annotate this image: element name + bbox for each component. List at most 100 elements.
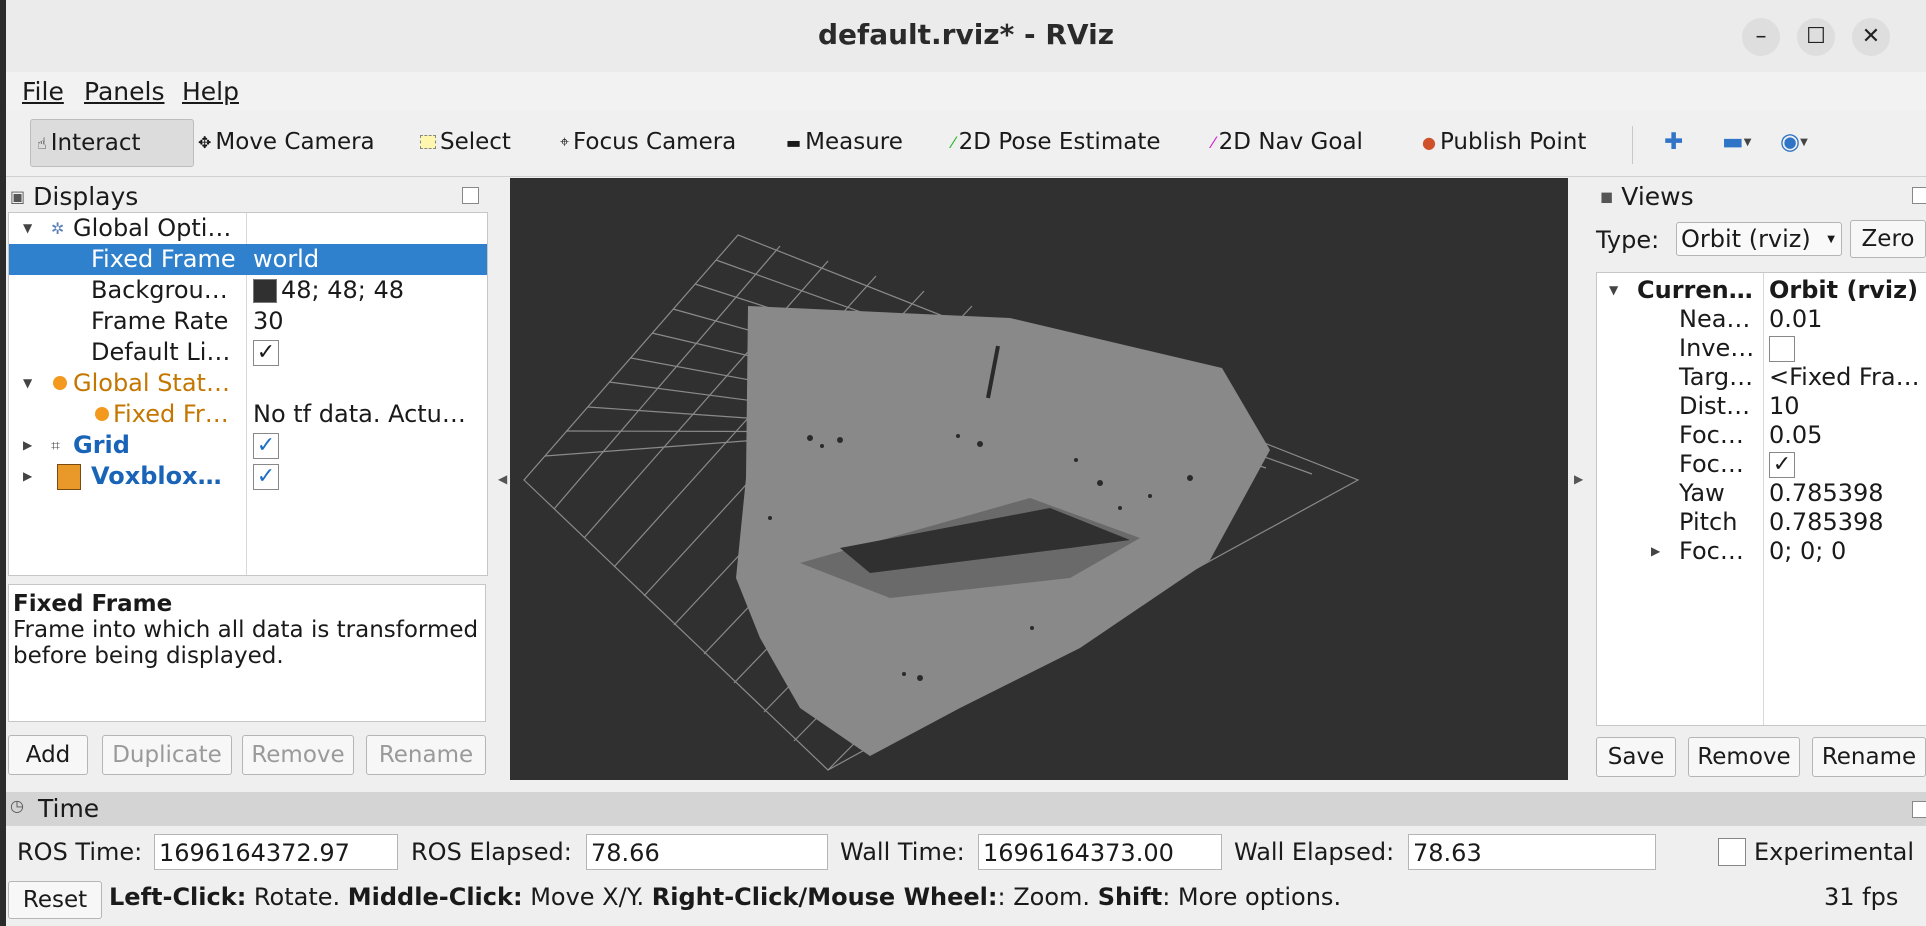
default-light-checkbox[interactable]: ✓ xyxy=(253,340,279,366)
background-value[interactable]: 48; 48; 48 xyxy=(281,275,404,306)
view-type-combo[interactable]: Orbit (rviz) ▼ xyxy=(1676,222,1842,256)
tree-row-default-light[interactable]: Default Li… ✓ xyxy=(9,337,487,368)
ros-time-label: ROS Time: xyxy=(17,838,143,866)
focus-icon: ⌖ xyxy=(560,132,570,151)
menu-panels-label: Panels xyxy=(84,77,165,106)
tree-row-background[interactable]: Backgrou… 48; 48; 48 xyxy=(9,275,487,306)
left-splitter-arrow-icon[interactable]: ◀ xyxy=(498,472,507,486)
invert-checkbox[interactable] xyxy=(1769,336,1795,362)
pose-estimate-tool[interactable]: ⁄ 2D Pose Estimate xyxy=(946,119,1166,165)
tree-row-global-status[interactable]: ▼ Global Stat… xyxy=(9,368,487,399)
measure-label: Measure xyxy=(805,129,903,155)
rotate-text: Rotate. xyxy=(246,883,348,911)
render-viewport[interactable] xyxy=(510,178,1568,780)
displays-float-button[interactable] xyxy=(462,187,479,204)
tree-row-label: Frame Rate xyxy=(91,307,229,335)
rename-display-button[interactable]: Rename xyxy=(366,735,486,775)
toolbar-separator xyxy=(1632,126,1633,164)
menu-file[interactable]: File xyxy=(22,77,64,106)
focal-fixed-checkbox[interactable]: ✓ xyxy=(1769,452,1795,478)
zero-button[interactable]: Zero xyxy=(1850,220,1926,258)
view-row-distance[interactable]: Dist… 10 xyxy=(1597,392,1926,421)
experimental-checkbox[interactable] xyxy=(1718,838,1746,866)
view-row-target-frame[interactable]: Targ… <Fixed Fra… xyxy=(1597,363,1926,392)
tree-row-grid[interactable]: ▶ ⌗ Grid ✓ xyxy=(9,430,487,461)
zoom-text: : Zoom. xyxy=(997,883,1098,911)
voxblox-checkbox[interactable]: ✓ xyxy=(253,464,279,490)
warning-icon xyxy=(95,407,109,421)
view-row-yaw[interactable]: Yaw 0.785398 xyxy=(1597,479,1926,508)
publish-point-tool[interactable]: ● Publish Point xyxy=(1416,119,1592,165)
shift-key: Shift xyxy=(1097,883,1163,911)
view-row-value[interactable]: 0; 0; 0 xyxy=(1769,537,1846,566)
tree-row-fixed-frame-status[interactable]: Fixed Fr… No tf data. Actu… xyxy=(9,399,487,430)
view-row-label: Nea… xyxy=(1679,305,1751,333)
view-row-value[interactable]: 10 xyxy=(1769,392,1800,421)
collapsed-arrow-icon: ▶ xyxy=(23,438,33,452)
view-row-focal-point[interactable]: ▶ Foc… 0; 0; 0 xyxy=(1597,537,1926,566)
window-title: default.rviz* - RViz xyxy=(817,18,1114,51)
view-row-focal-shape-fixed[interactable]: Foc… ✓ xyxy=(1597,450,1926,479)
close-icon: ✕ xyxy=(1861,24,1881,49)
ros-elapsed-label: ROS Elapsed: xyxy=(411,838,572,866)
minimize-button[interactable]: – xyxy=(1742,18,1780,56)
view-row-invert[interactable]: Inve… xyxy=(1597,334,1926,363)
view-row-value[interactable]: <Fixed Fra… xyxy=(1769,363,1920,392)
menu-help[interactable]: Help xyxy=(182,77,239,106)
time-header: ◷ Time xyxy=(6,792,1926,826)
tree-row-frame-rate[interactable]: Frame Rate 30 xyxy=(9,306,487,337)
time-float-button[interactable] xyxy=(1912,801,1926,818)
save-view-button[interactable]: Save xyxy=(1596,737,1676,777)
view-row-value[interactable]: 0.785398 xyxy=(1769,508,1884,537)
view-row-focal-shape-size[interactable]: Foc… 0.05 xyxy=(1597,421,1926,450)
close-button[interactable]: ✕ xyxy=(1852,18,1890,56)
view-row-label: Yaw xyxy=(1679,479,1725,507)
menu-bar: File Panels Help xyxy=(6,72,1926,110)
view-row-value[interactable]: 0.05 xyxy=(1769,421,1822,450)
move-camera-tool[interactable]: ✥ Move Camera xyxy=(192,119,381,165)
remove-tool-button[interactable]: ▬ ▼ xyxy=(1716,119,1757,165)
measure-tool[interactable]: ▬ Measure xyxy=(780,119,909,165)
title-bar[interactable]: default.rviz* - RViz – ☐ ✕ xyxy=(6,0,1926,72)
view-row-pitch[interactable]: Pitch 0.785398 xyxy=(1597,508,1926,537)
view-row-value[interactable]: 0.785398 xyxy=(1769,479,1884,508)
tree-row-voxblox[interactable]: ▶ Voxblox… ✓ xyxy=(9,461,487,492)
view-row-current[interactable]: ▼ Curren… Orbit (rviz) xyxy=(1597,276,1926,305)
color-swatch[interactable] xyxy=(253,279,277,303)
right-splitter-arrow-icon[interactable]: ▶ xyxy=(1574,472,1583,486)
tool-properties-button[interactable]: ◉ ▼ xyxy=(1774,119,1814,165)
tree-row-label: Global Stat… xyxy=(73,369,230,397)
map-pin-icon: ● xyxy=(1422,132,1436,152)
move-text: Move X/Y. xyxy=(522,883,652,911)
maximize-button[interactable]: ☐ xyxy=(1797,18,1835,56)
remove-view-button[interactable]: Remove xyxy=(1688,737,1800,777)
focus-camera-tool[interactable]: ⌖ Focus Camera xyxy=(554,119,742,165)
frame-rate-value[interactable]: 30 xyxy=(253,306,284,337)
add-display-button[interactable]: Add xyxy=(8,735,88,775)
nav-goal-label: 2D Nav Goal xyxy=(1218,129,1363,155)
eye-icon: ◉ xyxy=(1780,129,1801,155)
select-tool[interactable]: Select xyxy=(414,119,517,165)
reset-button[interactable]: Reset xyxy=(8,881,102,919)
wall-elapsed-field[interactable]: 78.63 xyxy=(1408,834,1656,870)
rename-view-button[interactable]: Rename xyxy=(1812,737,1926,777)
view-row-near-clip[interactable]: Nea… 0.01 xyxy=(1597,305,1926,334)
duplicate-display-button[interactable]: Duplicate xyxy=(102,735,232,775)
nav-goal-tool[interactable]: ⁄ 2D Nav Goal xyxy=(1206,119,1369,165)
menu-panels[interactable]: Panels xyxy=(84,77,164,106)
fixed-frame-value[interactable]: world xyxy=(253,244,319,275)
view-row-value[interactable]: 0.01 xyxy=(1769,305,1822,334)
view-row-label: Curren… xyxy=(1637,276,1753,304)
tree-row-global-options[interactable]: ▼ ✲ Global Opti… xyxy=(9,213,487,244)
grid-checkbox[interactable]: ✓ xyxy=(253,433,279,459)
wall-time-field[interactable]: 1696164373.00 xyxy=(978,834,1222,870)
add-tool-button[interactable]: ✚ xyxy=(1658,119,1689,165)
ros-time-field[interactable]: 1696164372.97 xyxy=(154,834,398,870)
views-float-button[interactable] xyxy=(1912,187,1926,204)
remove-display-button[interactable]: Remove xyxy=(242,735,354,775)
interact-tool[interactable]: ☝ Interact xyxy=(30,119,194,167)
view-row-label: Pitch xyxy=(1679,508,1738,536)
ros-elapsed-field[interactable]: 78.66 xyxy=(586,834,828,870)
tree-row-fixed-frame[interactable]: Fixed Frame world xyxy=(9,244,487,275)
tree-row-label: Voxblox… xyxy=(91,462,222,490)
